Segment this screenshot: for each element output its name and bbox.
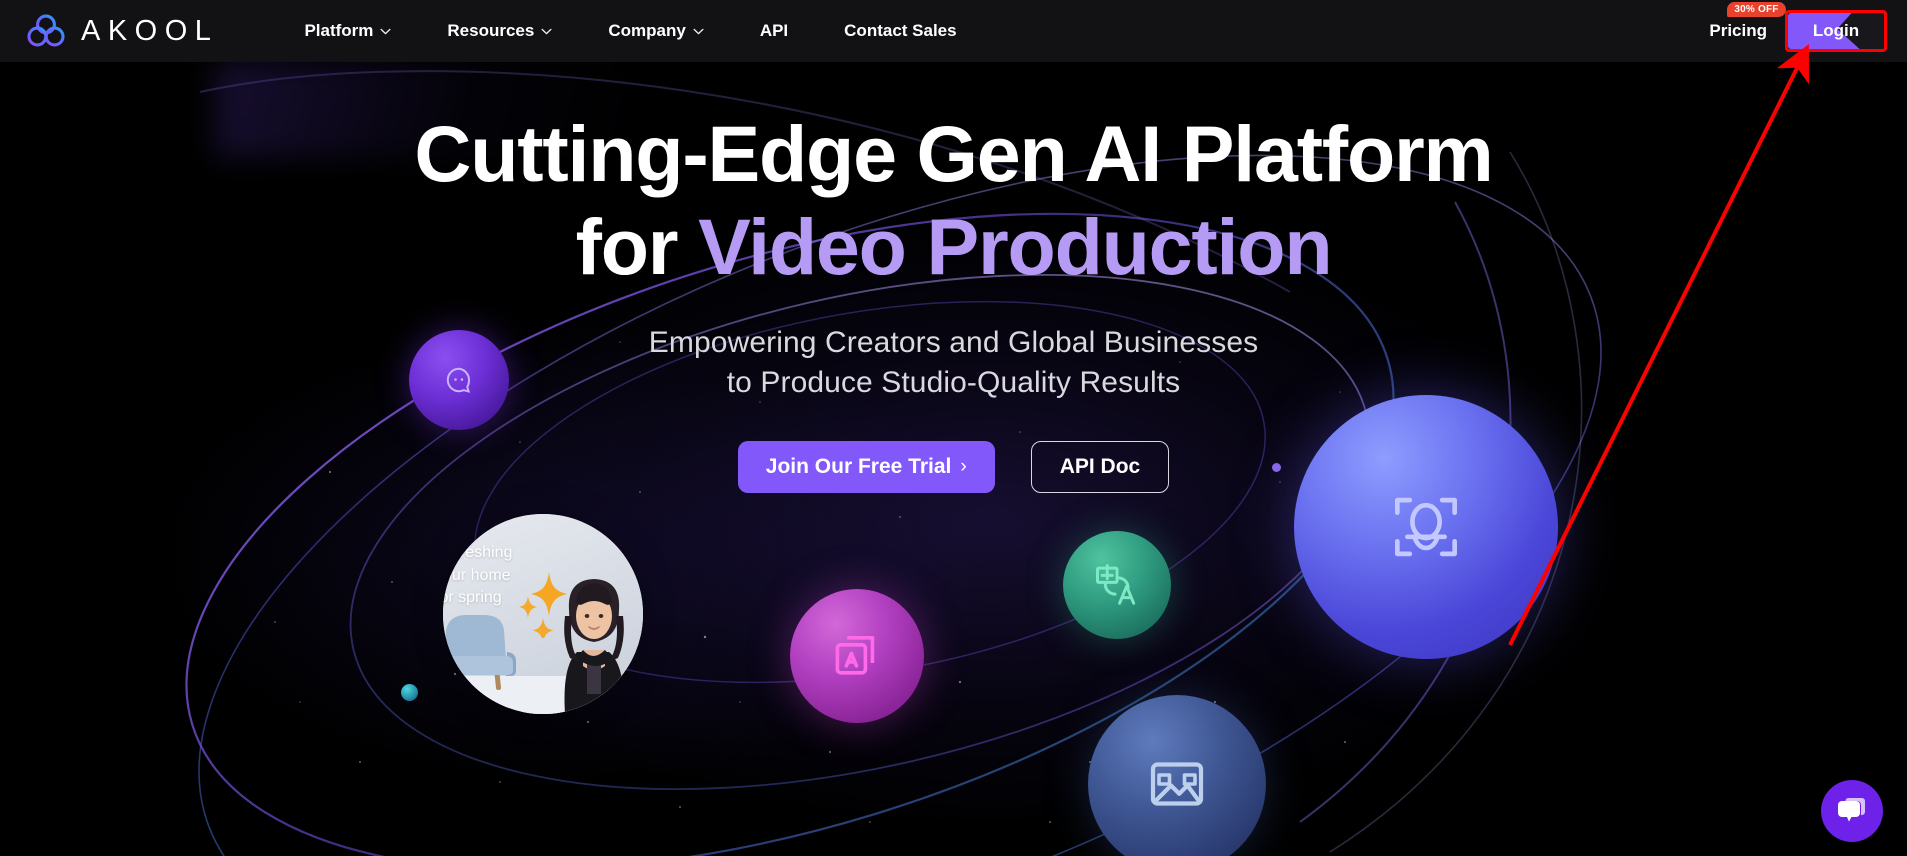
subhead-line-1: Empowering Creators and Global Businesse… bbox=[648, 326, 1259, 360]
teal-dot-decoration bbox=[401, 684, 418, 701]
nav-label-api: API bbox=[759, 21, 789, 40]
page-title: Cutting-Edge Gen AI Platform for Video P… bbox=[0, 113, 1907, 288]
login-button[interactable]: Login bbox=[1788, 13, 1884, 49]
cta-row: Join Our Free Trial › API Doc bbox=[0, 440, 1907, 493]
brand-logo[interactable]: AKOOL bbox=[24, 11, 218, 51]
login-label: Login bbox=[1812, 21, 1860, 40]
thumbnail-caption: Refreshing your home for spring bbox=[443, 542, 512, 610]
caption-line-2: your home bbox=[443, 566, 511, 584]
api-doc-label: API Doc bbox=[1059, 454, 1141, 478]
nav-label-platform: Platform bbox=[304, 21, 374, 40]
hero-copy: Cutting-Edge Gen AI Platform for Video P… bbox=[0, 62, 1907, 493]
headline-line-1: Cutting-Edge Gen AI Platform bbox=[414, 109, 1493, 198]
pricing-nav-item[interactable]: Pricing 30% OFF bbox=[1709, 0, 1786, 62]
headline-accent: Video Production bbox=[698, 201, 1333, 291]
hero-section: Refreshing your home for spring bbox=[0, 62, 1907, 856]
nav-label-resources: Resources bbox=[447, 21, 535, 40]
headline-line-2: for Video Production bbox=[0, 206, 1907, 288]
brand-wordmark: AKOOL bbox=[81, 14, 219, 47]
chevron-down-icon bbox=[380, 28, 391, 34]
demo-video-thumbnail[interactable]: Refreshing your home for spring bbox=[443, 514, 643, 714]
chat-bubble-icon bbox=[1838, 798, 1865, 822]
akool-trefoil-logo-icon bbox=[27, 14, 65, 47]
caption-line-1: Refreshing bbox=[443, 544, 513, 561]
armchair-decoration bbox=[443, 615, 516, 691]
presenter-decoration bbox=[564, 579, 643, 714]
nav-item-platform[interactable]: Platform bbox=[276, 0, 419, 62]
nav-item-api[interactable]: API bbox=[732, 0, 816, 62]
site-header: AKOOL Platform Resources Company API Con… bbox=[0, 0, 1907, 62]
join-free-trial-button[interactable]: Join Our Free Trial › bbox=[737, 440, 995, 493]
nav-item-company[interactable]: Company bbox=[580, 0, 731, 62]
join-free-trial-label: Join Our Free Trial bbox=[765, 454, 952, 478]
page-root: Refreshing your home for spring bbox=[0, 0, 1907, 856]
hero-subheadline: Empowering Creators and Global Businesse… bbox=[0, 323, 1907, 403]
headline-prefix: for bbox=[575, 201, 699, 291]
chevron-right-icon: › bbox=[960, 455, 967, 477]
nav-label-contact-sales: Contact Sales bbox=[844, 21, 957, 40]
chevron-down-icon bbox=[693, 28, 704, 34]
avatar-card-a-icon bbox=[835, 635, 875, 675]
subhead-line-2: to Produce Studio-Quality Results bbox=[726, 366, 1181, 400]
translate-icon bbox=[1096, 564, 1136, 605]
caption-line-3: for spring bbox=[443, 589, 502, 607]
avatar-orb[interactable] bbox=[790, 589, 924, 723]
image-icon bbox=[1150, 762, 1204, 806]
pricing-label: Pricing bbox=[1709, 21, 1767, 40]
header-right-group: Pricing 30% OFF Login bbox=[1709, 0, 1887, 62]
chat-widget-button[interactable] bbox=[1821, 780, 1883, 842]
login-highlight-box: Login bbox=[1785, 10, 1887, 52]
api-doc-button[interactable]: API Doc bbox=[1030, 440, 1170, 493]
discount-badge: 30% OFF bbox=[1727, 2, 1786, 17]
translate-orb[interactable] bbox=[1063, 531, 1171, 639]
chevron-down-icon bbox=[541, 28, 552, 34]
nav-item-resources[interactable]: Resources bbox=[419, 0, 580, 62]
nav-item-contact-sales[interactable]: Contact Sales bbox=[816, 0, 984, 62]
nav-label-company: Company bbox=[608, 21, 686, 40]
primary-navigation: Platform Resources Company API Contact S… bbox=[276, 0, 984, 62]
face-detect-icon bbox=[1395, 497, 1457, 557]
